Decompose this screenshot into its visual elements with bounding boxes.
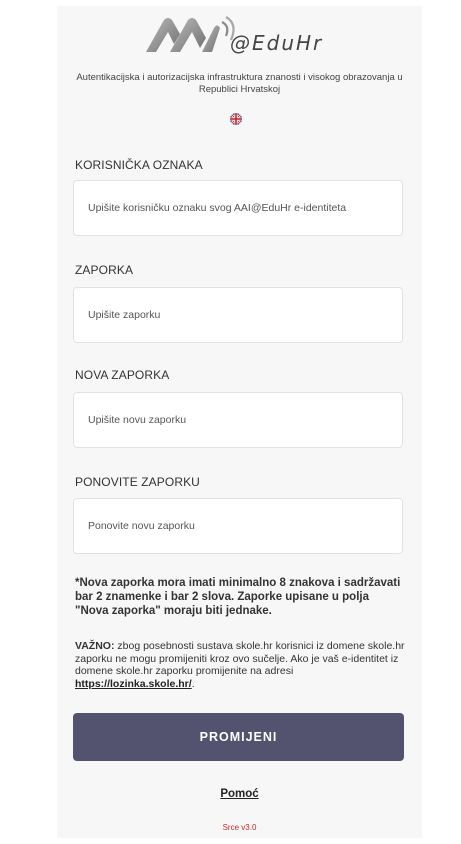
username-input[interactable]: [74, 181, 402, 235]
password-rules-note: *Nova zaporka mora imati minimalno 8 zna…: [75, 577, 401, 617]
login-card: @EduHr Autentikacijska i autorizacijska …: [57, 6, 422, 838]
lozinka-link[interactable]: https://lozinka.skole.hr/: [75, 678, 192, 690]
username-label: KORISNIČKA OZNAKA: [75, 158, 203, 172]
username-field-wrapper: [73, 180, 403, 236]
new-password-input[interactable]: [74, 393, 402, 447]
password-input[interactable]: [74, 288, 402, 342]
help-container: Pomoć: [57, 788, 422, 800]
password-field-wrapper: [73, 287, 403, 343]
header-subtitle: Autentikacijska i autorizacijska infrast…: [76, 72, 403, 95]
help-link[interactable]: Pomoć: [220, 788, 258, 800]
repeat-password-input[interactable]: [74, 499, 402, 553]
new-password-label: NOVA ZAPORKA: [75, 368, 170, 382]
important-text: zbog posebnosti sustava skole.hr korisni…: [75, 640, 405, 677]
repeat-password-field-wrapper: [73, 498, 403, 554]
version-label: Srce v3.0: [222, 823, 257, 832]
important-prefix: VAŽNO:: [75, 640, 115, 652]
important-notice: VAŽNO: zbog posebnosti sustava skole.hr …: [75, 640, 405, 690]
uk-flag-icon[interactable]: [230, 113, 242, 125]
new-password-field-wrapper: [73, 392, 403, 448]
password-label: ZAPORKA: [75, 263, 134, 277]
logo-text: @EduHr: [230, 31, 323, 54]
repeat-password-label: PONOVITE ZAPORKU: [75, 475, 200, 489]
aai-eduhr-logo: @EduHr: [146, 16, 323, 54]
important-suffix: .: [191, 677, 195, 690]
submit-button[interactable]: PROMIJENI: [73, 713, 404, 761]
